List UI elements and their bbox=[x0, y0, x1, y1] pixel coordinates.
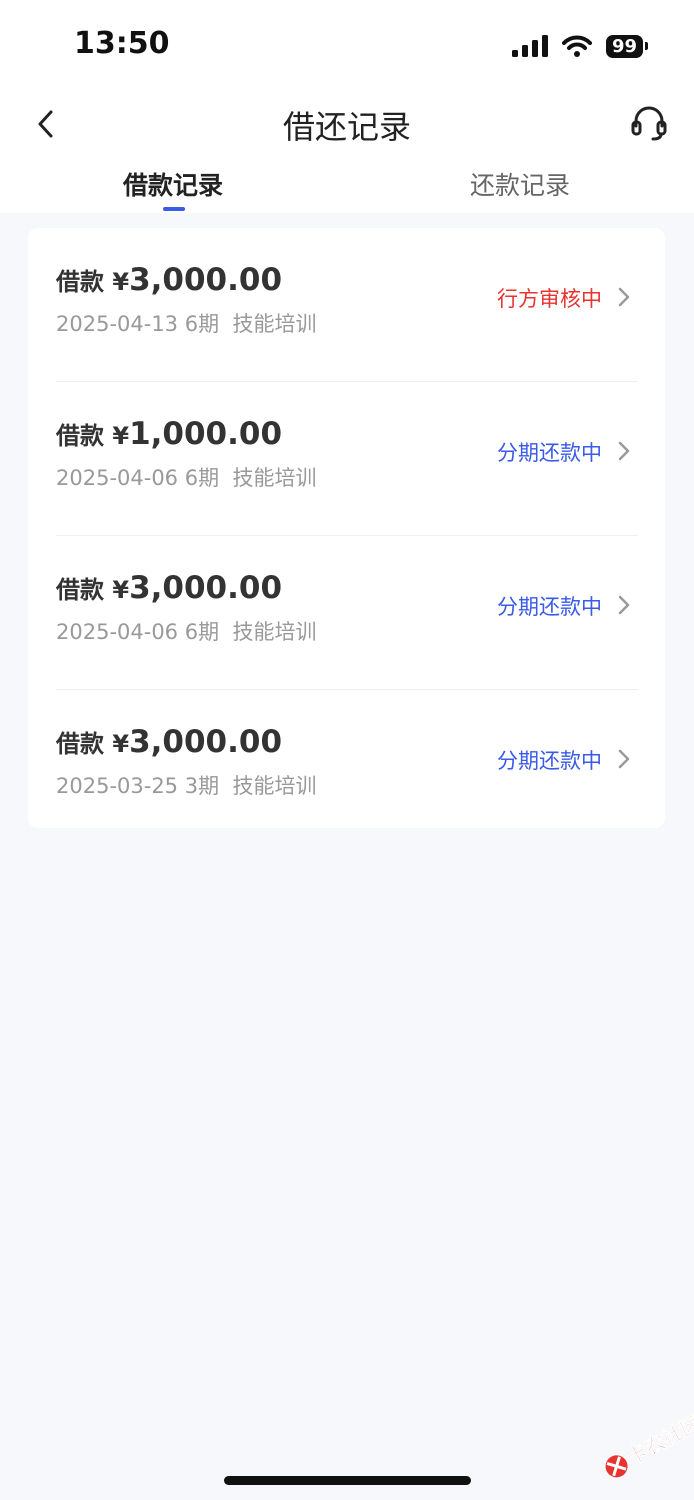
loan-amount: 借款 ¥1,000.00 bbox=[56, 416, 283, 452]
svg-text:卡农社区: 卡农社区 bbox=[623, 1411, 694, 1470]
tab-loan-records[interactable]: 借款记录 bbox=[73, 166, 273, 202]
battery-level: 99 bbox=[605, 34, 643, 58]
wifi-icon bbox=[561, 35, 592, 57]
top-header-area: 13:50 99 借还记录 借款记录 还款记录 bbox=[0, 0, 694, 213]
watermark-logo: 卡农社区 bbox=[605, 1410, 694, 1478]
page-title: 借还记录 bbox=[282, 108, 411, 146]
loan-status: 分期还款中 bbox=[497, 595, 602, 619]
loan-record-row[interactable]: 借款 ¥3,000.00 2025-03-25 3期 技能培训 分期还款中 bbox=[56, 690, 638, 844]
record-tabs: 借款记录 还款记录 bbox=[0, 166, 694, 213]
loan-status: 行方审核中 bbox=[497, 287, 602, 311]
loan-details: 2025-04-06 6期 技能培训 bbox=[56, 620, 317, 644]
headset-icon bbox=[631, 106, 667, 141]
loan-status: 分期还款中 bbox=[497, 441, 602, 465]
loan-amount: 借款 ¥3,000.00 bbox=[56, 570, 283, 606]
active-tab-indicator bbox=[163, 207, 185, 211]
loan-record-row[interactable]: 借款 ¥1,000.00 2025-04-06 6期 技能培训 分期还款中 bbox=[56, 382, 638, 536]
loan-amount: 借款 ¥3,000.00 bbox=[56, 724, 283, 760]
battery-icon: 99 bbox=[605, 34, 648, 58]
chevron-right-icon bbox=[618, 287, 630, 307]
cellular-signal-icon bbox=[511, 35, 548, 57]
chevron-right-icon bbox=[618, 595, 630, 615]
loan-details: 2025-04-13 6期 技能培训 bbox=[56, 312, 317, 336]
chevron-right-icon bbox=[618, 749, 630, 769]
customer-service-button[interactable] bbox=[626, 100, 672, 146]
tab-repayment-records[interactable]: 还款记录 bbox=[420, 166, 620, 202]
loan-amount: 借款 ¥3,000.00 bbox=[56, 262, 283, 298]
loan-status: 分期还款中 bbox=[497, 749, 602, 773]
status-time: 13:50 bbox=[74, 26, 170, 61]
loan-records-card: 借款 ¥3,000.00 2025-04-13 6期 技能培训 行方审核中 借款… bbox=[28, 228, 665, 828]
home-indicator[interactable] bbox=[224, 1476, 471, 1485]
status-indicators: 99 bbox=[511, 33, 648, 59]
loan-record-row[interactable]: 借款 ¥3,000.00 2025-04-06 6期 技能培训 分期还款中 bbox=[56, 536, 638, 690]
loan-record-row[interactable]: 借款 ¥3,000.00 2025-04-13 6期 技能培训 行方审核中 bbox=[56, 228, 638, 382]
chevron-right-icon bbox=[618, 441, 630, 461]
loan-details: 2025-03-25 3期 技能培训 bbox=[56, 774, 317, 798]
loan-details: 2025-04-06 6期 技能培训 bbox=[56, 466, 317, 490]
